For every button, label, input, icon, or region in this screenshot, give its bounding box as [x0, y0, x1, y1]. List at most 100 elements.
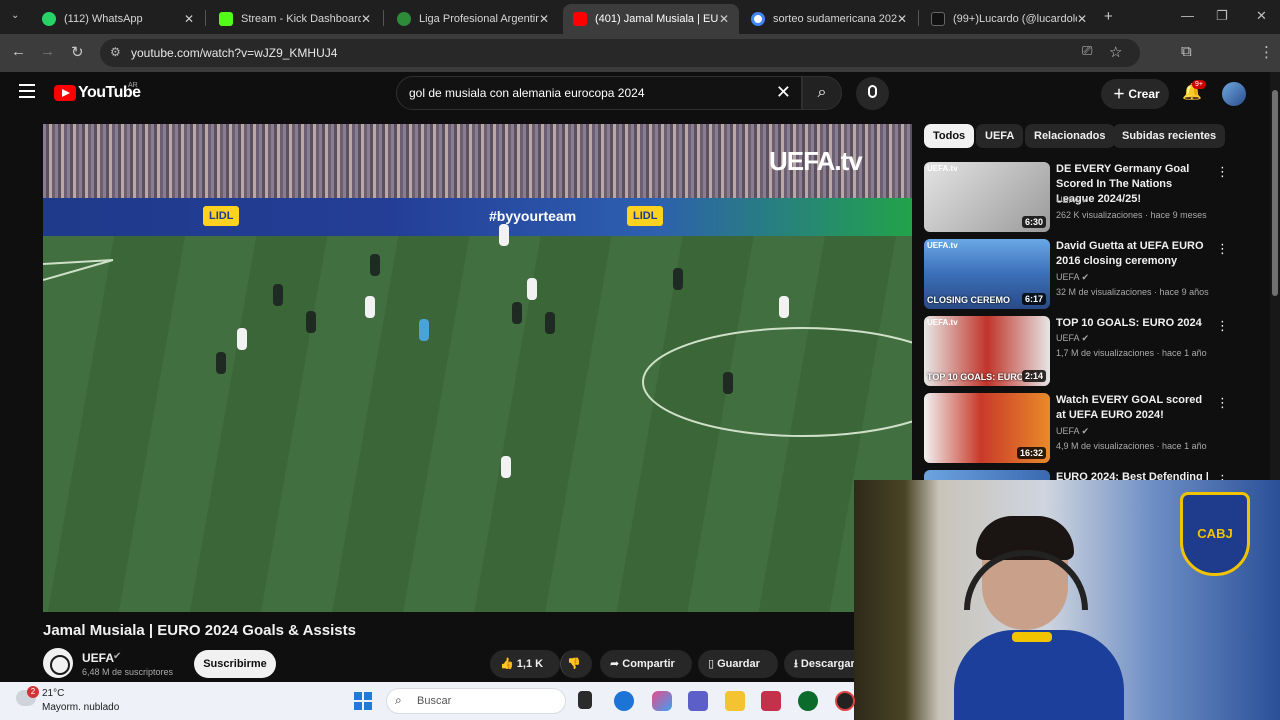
player-white-number-18: [501, 456, 511, 478]
plus-icon: ＋: [1113, 87, 1129, 101]
app-u-icon[interactable]: [798, 691, 818, 711]
tab-youtube-active[interactable]: (401) Jamal Musiala | EURO ✕: [563, 4, 739, 34]
account-avatar[interactable]: [1222, 82, 1246, 106]
new-tab-icon[interactable]: +: [1104, 8, 1113, 25]
recommended-channel[interactable]: UEFA ✔: [1056, 195, 1089, 206]
weather-description[interactable]: Mayorm. nublado: [42, 702, 119, 713]
recommended-channel[interactable]: UEFA ✔: [1056, 333, 1089, 344]
recommended-video[interactable]: UEFA.tv 6:30 DE EVERY Germany Goal Score…: [924, 162, 1264, 232]
subscriber-count: 6,48 M de suscriptores: [82, 667, 174, 677]
thumbnail-logo: UEFA.tv: [927, 318, 958, 327]
install-app-icon[interactable]: ⎚: [1082, 43, 1092, 59]
channel-name[interactable]: UEFA: [82, 651, 114, 665]
recommended-video[interactable]: UEFA.tv CLOSING CEREMO 6:17 David Guetta…: [924, 239, 1264, 309]
minimize-icon[interactable]: —: [1181, 8, 1194, 23]
create-button[interactable]: ＋ Crear: [1101, 79, 1169, 109]
extensions-puzzle-icon[interactable]: ⧉: [1181, 43, 1192, 60]
forward-icon[interactable]: →: [40, 43, 55, 60]
close-tab-icon[interactable]: ✕: [184, 12, 194, 26]
clear-search-icon[interactable]: ✕: [776, 82, 791, 103]
pitch-lines: [43, 259, 912, 437]
player-white: [527, 278, 537, 300]
maximize-icon[interactable]: ❐: [1216, 8, 1228, 24]
verified-badge-icon: ✔: [113, 651, 122, 662]
player-dark: [723, 372, 733, 394]
close-tab-icon[interactable]: ✕: [539, 12, 549, 26]
channel-avatar[interactable]: [43, 648, 73, 678]
scrollbar-thumb[interactable]: [1272, 90, 1278, 296]
reload-icon[interactable]: ↻: [71, 43, 84, 61]
uefa-tv-watermark: UEFA.tv: [769, 146, 863, 176]
taskbar-search-input[interactable]: ⌕ Buscar: [386, 688, 566, 714]
video-thumbnail[interactable]: UEFA.tv 6:30: [924, 162, 1050, 232]
download-button[interactable]: ⭳ Descargar: [784, 650, 854, 678]
tab-kick[interactable]: Stream - Kick Dashboard ✕: [209, 4, 381, 34]
recommended-meta: 1,7 M de visualizaciones · hace 1 año: [1056, 348, 1207, 358]
close-tab-icon[interactable]: ✕: [719, 12, 729, 26]
copilot-icon[interactable]: [652, 691, 672, 711]
file-explorer-icon[interactable]: [725, 691, 745, 711]
chip-todos[interactable]: Todos: [924, 124, 975, 148]
recommended-meta: 4,9 M de visualizaciones · hace 1 año: [1056, 441, 1207, 451]
close-window-icon[interactable]: ✕: [1256, 8, 1267, 24]
close-tab-icon[interactable]: ✕: [1077, 12, 1087, 26]
address-bar[interactable]: ⚙ youtube.com/watch?v=wJZ9_KMHUJ4: [100, 39, 1140, 67]
shirt-collar: [1012, 632, 1052, 642]
search-input[interactable]: gol de musiala con alemania eurocopa 202…: [396, 76, 802, 110]
video-thumbnail[interactable]: 16:32: [924, 393, 1050, 463]
duration-badge: 6:30: [1021, 216, 1046, 228]
chip-uefa[interactable]: UEFA: [976, 124, 1024, 148]
player-white: [237, 328, 247, 350]
search-query-text: gol de musiala con alemania eurocopa 202…: [409, 86, 645, 100]
like-button[interactable]: 👍 1,1 K: [490, 650, 560, 678]
dislike-button[interactable]: 👎: [560, 650, 592, 678]
hamburger-menu-icon[interactable]: [19, 84, 35, 98]
recommended-title[interactable]: TOP 10 GOALS: EURO 2024: [1056, 316, 1212, 331]
save-button[interactable]: ▯ Guardar: [698, 650, 778, 678]
site-info-icon[interactable]: ⚙: [110, 45, 121, 59]
bookmark-star-icon[interactable]: ☆: [1109, 43, 1122, 61]
ad-board: LIDL: [203, 206, 240, 226]
tab-google-search[interactable]: sorteo sudamericana 2026 ✕: [741, 4, 917, 34]
video-player[interactable]: LIDL #byyourteam LIDL UEFA.tv: [43, 124, 912, 612]
more-actions-icon[interactable]: ⋮: [1216, 241, 1229, 257]
chrome-icon[interactable]: [835, 691, 855, 711]
more-actions-icon[interactable]: ⋮: [1216, 395, 1229, 411]
tab-search-chevron-icon[interactable]: ⌄: [11, 10, 19, 21]
youtube-logo-icon[interactable]: [54, 85, 76, 101]
back-icon[interactable]: ←: [11, 43, 26, 60]
teams-icon[interactable]: [688, 691, 708, 711]
recommended-video[interactable]: 16:32 Watch EVERY GOAL scored at UEFA EU…: [924, 393, 1264, 463]
close-tab-icon[interactable]: ✕: [361, 12, 371, 26]
voice-search-button[interactable]: [856, 77, 889, 110]
video-thumbnail[interactable]: UEFA.tv CLOSING CEREMO 6:17: [924, 239, 1050, 309]
search-icon: ⌕: [817, 84, 827, 101]
chip-subidas-recientes[interactable]: Subidas recientes: [1113, 124, 1226, 148]
windows-taskbar: 2 21°C Mayorm. nublado ⌕ Buscar: [0, 682, 855, 720]
windows-start-icon[interactable]: [354, 692, 372, 710]
tab-tiktok[interactable]: (99+)Lucardo (@lucardolo ✕: [921, 4, 1097, 34]
tab-title: sorteo sudamericana 2026: [773, 13, 897, 25]
recommended-title[interactable]: Watch EVERY GOAL scored at UEFA EURO 202…: [1056, 393, 1212, 423]
tab-whatsapp[interactable]: (112) WhatsApp ✕: [32, 4, 204, 34]
edge-icon[interactable]: [614, 691, 634, 711]
recommended-channel[interactable]: UEFA ✔: [1056, 272, 1089, 283]
subscribe-button[interactable]: Suscribirme: [194, 650, 276, 678]
recommended-channel[interactable]: UEFA ✔: [1056, 426, 1089, 437]
streamer-shirt: [954, 630, 1124, 720]
search-button[interactable]: ⌕: [802, 76, 842, 110]
weather-temperature[interactable]: 21°C: [42, 688, 64, 699]
video-thumbnail[interactable]: UEFA.tv TOP 10 GOALS: EURO 2:14: [924, 316, 1050, 386]
tab-title: Stream - Kick Dashboard: [241, 13, 361, 25]
more-actions-icon[interactable]: ⋮: [1216, 318, 1229, 334]
more-actions-icon[interactable]: ⋮: [1216, 164, 1229, 180]
tab-liga-profesional[interactable]: Liga Profesional Argentina ✕: [387, 4, 559, 34]
chip-relacionados[interactable]: Relacionados: [1025, 124, 1115, 148]
recommended-title[interactable]: David Guetta at UEFA EURO 2016 closing c…: [1056, 239, 1212, 269]
close-tab-icon[interactable]: ✕: [897, 12, 907, 26]
recommended-video[interactable]: UEFA.tv TOP 10 GOALS: EURO 2:14 TOP 10 G…: [924, 316, 1264, 386]
task-view-icon[interactable]: [578, 691, 592, 709]
store-icon[interactable]: [761, 691, 781, 711]
more-menu-icon[interactable]: ⋮: [1259, 43, 1274, 61]
share-button[interactable]: ➦ Compartir: [600, 650, 692, 678]
